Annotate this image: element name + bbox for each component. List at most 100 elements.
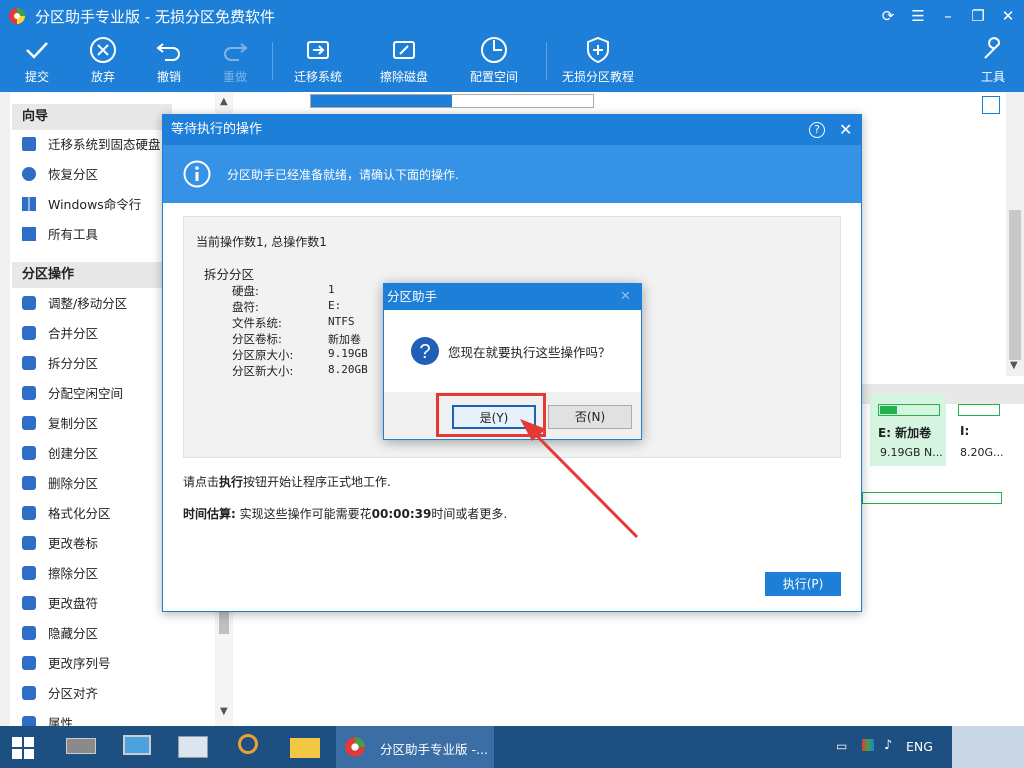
main-scroll-thumb[interactable]	[1009, 210, 1021, 360]
app-logo-icon	[345, 737, 365, 757]
resize-icon	[22, 296, 36, 310]
allocate-icon	[22, 386, 36, 400]
detail-key: 分区原大小:	[232, 348, 294, 362]
sidebar-scroll-thumb[interactable]	[219, 612, 229, 634]
undo-button[interactable]: 撤销	[150, 36, 188, 90]
discard-button[interactable]: 放弃	[84, 36, 122, 90]
hide-icon	[22, 626, 36, 640]
confirm-title-bar: 分区助手 ✕	[384, 284, 641, 310]
question-icon: ?	[411, 337, 439, 365]
sidebar-item-op[interactable]: 更改卷标	[22, 532, 98, 556]
operations-count: 当前操作数1, 总操作数1	[196, 235, 327, 249]
window-title: 分区助手专业版 - 无损分区免费软件	[35, 8, 275, 26]
format-icon	[22, 506, 36, 520]
volume-icon[interactable]: ♪	[884, 738, 892, 753]
sidebar-item-op[interactable]: 创建分区	[22, 442, 98, 466]
app-logo-icon	[9, 8, 25, 24]
windows-icon	[22, 197, 36, 211]
time-estimate: 时间估算: 实现这些操作可能需要花00:00:39时间或者更多.	[183, 507, 508, 521]
taskbar-search-icon[interactable]	[224, 728, 274, 766]
view-toggle-icon[interactable]	[982, 96, 1000, 114]
shield-icon	[587, 36, 609, 64]
tools-button[interactable]: 工具	[976, 36, 1010, 90]
sidebar-item-op[interactable]: 合并分区	[22, 322, 98, 346]
scroll-up-icon[interactable]: ▲	[220, 96, 228, 107]
sidebar-item-windows-cmd[interactable]: Windows命令行	[22, 193, 141, 217]
sidebar-item-op[interactable]: 格式化分区	[22, 502, 111, 526]
restore-button[interactable]: ❐	[966, 5, 990, 27]
toolbar-divider	[546, 42, 547, 80]
sidebar-item-op[interactable]: 复制分区	[22, 412, 98, 436]
tutorial-button[interactable]: 无损分区教程	[560, 36, 636, 90]
detail-value: E:	[328, 299, 342, 312]
partition-bar[interactable]	[310, 94, 594, 108]
label-icon	[22, 536, 36, 550]
merge-icon	[22, 326, 36, 340]
wipe-disk-button[interactable]: 擦除磁盘	[376, 36, 432, 90]
svg-text:?: ?	[419, 341, 430, 363]
sidebar-item-op[interactable]: 擦除分区	[22, 562, 98, 586]
grid-icon	[22, 227, 36, 241]
dialog-close-icon[interactable]: ✕	[839, 115, 852, 145]
copy-icon	[22, 416, 36, 430]
taskbar-chip-icon[interactable]	[56, 728, 106, 766]
color-tray-icon[interactable]	[862, 739, 874, 751]
main-scrollbar[interactable]: ▼	[1006, 92, 1024, 376]
sidebar-item-op[interactable]: 隐藏分区	[22, 622, 98, 646]
sidebar-item-op[interactable]: 分配空闲空间	[22, 382, 123, 406]
wrench-icon	[984, 37, 1001, 59]
sidebar-item-recover-partition[interactable]: 恢复分区	[22, 163, 98, 187]
sidebar-item-op[interactable]: 分区对齐	[22, 682, 98, 706]
sidebar-item-op[interactable]: 更改盘符	[22, 592, 98, 616]
help-icon[interactable]: ?	[809, 122, 825, 138]
dialog-title-bar: 等待执行的操作 ? ✕	[163, 115, 861, 145]
migrate-os-button[interactable]: 迁移系统	[290, 36, 346, 90]
sidebar-item-all-tools[interactable]: 所有工具	[22, 223, 98, 247]
recover-icon	[22, 167, 36, 181]
windows-start-icon[interactable]	[12, 737, 34, 759]
redo-button[interactable]: 重做	[216, 36, 254, 90]
allocate-space-button[interactable]: 配置空间	[466, 36, 522, 90]
check-icon	[26, 42, 48, 59]
toolbar-divider	[272, 42, 273, 80]
refresh-icon[interactable]: ⟳	[876, 5, 900, 27]
disk-2-bar[interactable]	[862, 492, 1002, 504]
confirm-title: 分区助手	[387, 289, 438, 304]
disk-i-tile[interactable]: I: 8.20G...	[952, 394, 1006, 466]
taskbar-folder-icon[interactable]	[280, 728, 330, 766]
disk-e-tile[interactable]: E: 新加卷 9.19GB N...	[870, 394, 946, 466]
taskbar-app-title: 分区助手专业版 -...	[380, 742, 488, 757]
info-icon	[183, 160, 211, 188]
create-icon	[22, 446, 36, 460]
disk-e-label: E: 新加卷	[878, 426, 932, 440]
detail-value: NTFS	[328, 315, 355, 328]
scroll-down-icon[interactable]: ▼	[220, 706, 228, 717]
scroll-down-icon[interactable]: ▼	[1010, 360, 1018, 371]
tray-clock-area[interactable]	[952, 726, 1024, 768]
minimize-button[interactable]: –	[936, 5, 960, 27]
red-arrow-annotation	[520, 419, 639, 539]
taskbar-monitor-icon[interactable]	[112, 728, 162, 766]
sidebar-item-migrate-ssd[interactable]: 迁移系统到固态硬盘	[22, 133, 161, 157]
dialog-title: 等待执行的操作	[171, 122, 263, 137]
network-icon[interactable]: ▭	[836, 739, 847, 753]
toolbar: 提交 放弃 撤销 重做 迁移系统 擦除磁盘 配置空间 无损分区教程 工具	[0, 32, 1024, 92]
commit-button[interactable]: 提交	[18, 36, 56, 90]
dialog-banner-text: 分区助手已经准备就绪，请确认下面的操作.	[227, 168, 459, 182]
confirm-close-icon[interactable]: ✕	[620, 284, 631, 310]
sidebar-item-op[interactable]: 调整/移动分区	[22, 292, 127, 316]
detail-key: 分区新大小:	[232, 364, 294, 378]
close-button[interactable]: ✕	[996, 5, 1020, 27]
disk-i-label: I:	[960, 424, 970, 438]
menu-icon[interactable]: ☰	[906, 5, 930, 27]
taskbar-keyboard-icon[interactable]	[168, 728, 218, 766]
sidebar-item-op[interactable]: 删除分区	[22, 472, 98, 496]
sidebar-item-op[interactable]: 更改序列号	[22, 652, 111, 676]
sidebar-section-wizard: 向导	[12, 104, 172, 130]
sidebar-item-op[interactable]: 拆分分区	[22, 352, 98, 376]
serial-icon	[22, 656, 36, 670]
language-indicator[interactable]: ENG	[906, 739, 933, 754]
taskbar-active-app[interactable]: 分区助手专业版 -...	[336, 726, 494, 768]
execute-button[interactable]: 执行(P)	[765, 572, 841, 596]
operation-name: 拆分分区	[204, 267, 255, 282]
